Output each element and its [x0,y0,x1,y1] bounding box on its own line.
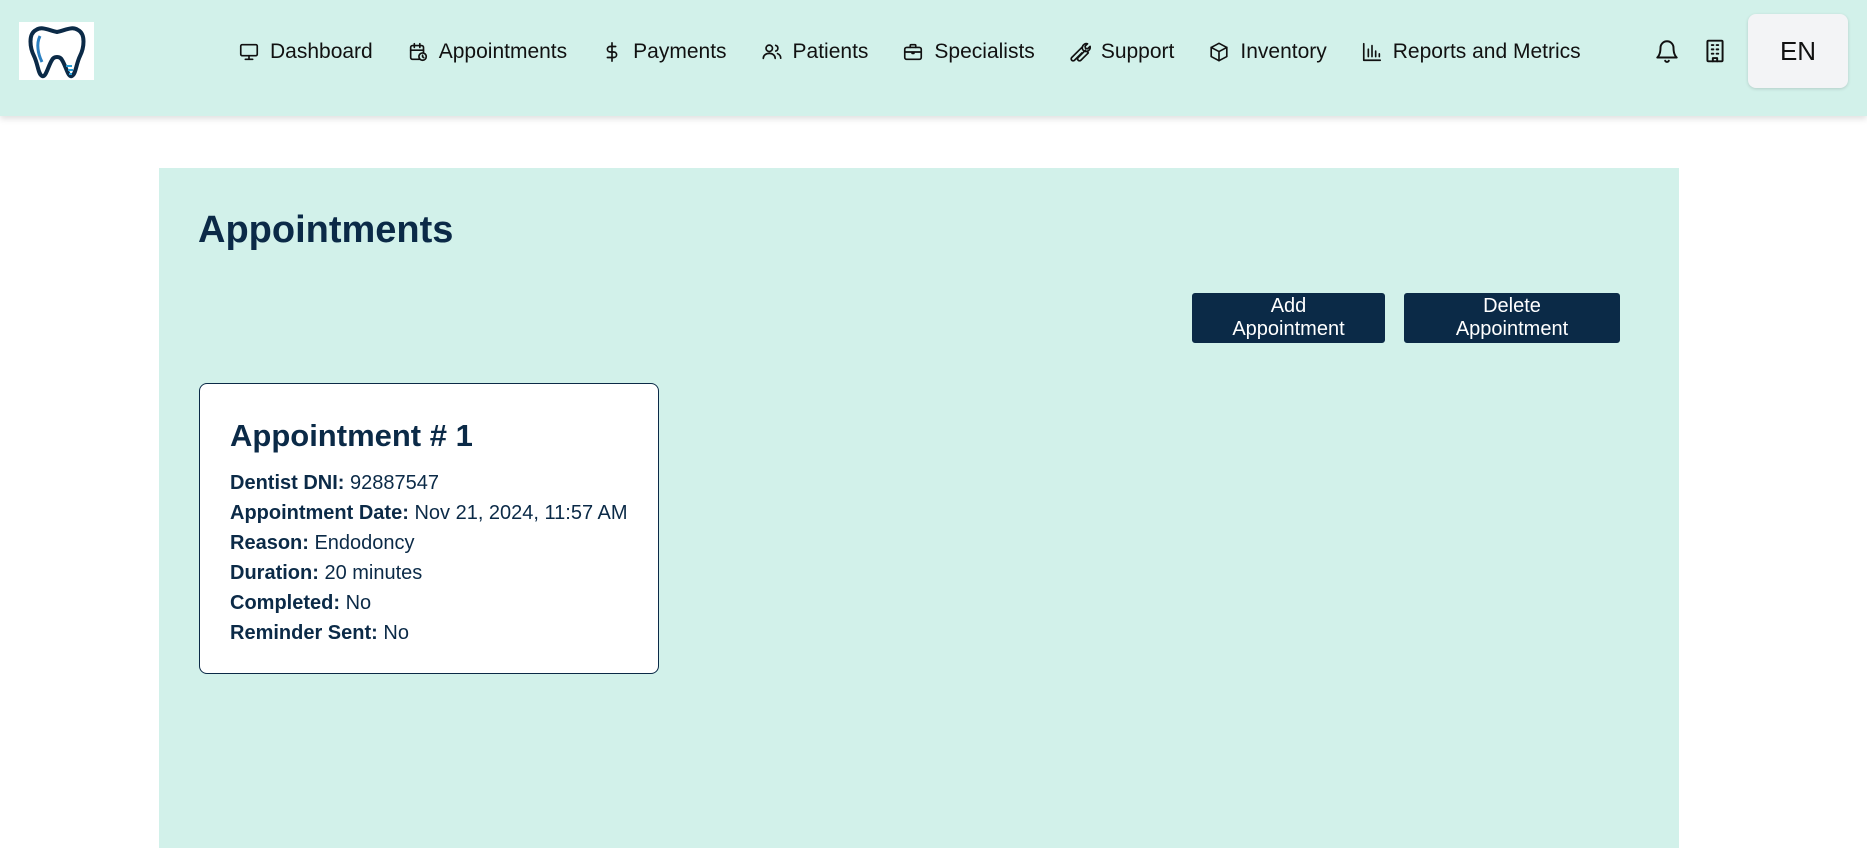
dollar-icon [606,42,618,62]
nav-item-label: Specialists [934,40,1035,63]
add-appointment-button[interactable]: Add Appointment [1192,293,1385,343]
field-value: No [345,592,372,614]
nav-item-payments[interactable]: Payments [601,40,727,64]
users-icon [761,44,782,60]
box-icon [1210,42,1228,62]
top-navbar: Dashboard Appointments Payments Patients… [0,0,1867,116]
nav-item-patients[interactable]: Patients [761,40,869,64]
nav-item-label: Payments [633,40,727,63]
wrench-icon [1070,42,1091,62]
page-title: Appointments [198,209,454,251]
language-selector[interactable]: EN [1748,14,1848,88]
briefcase-icon [904,43,923,61]
nav-item-reports[interactable]: Reports and Metrics [1361,40,1581,64]
bell-icon[interactable] [1654,38,1680,64]
nav-item-appointments[interactable]: Appointments [407,40,567,64]
delete-appointment-button[interactable]: Delete Appointment [1404,293,1620,343]
nav-item-label: Reports and Metrics [1392,40,1581,63]
field-label: Dentist DNI: [230,472,345,494]
nav-item-specialists[interactable]: Specialists [902,40,1035,64]
field-label: Reason: [230,532,309,554]
tooth-logo[interactable] [19,22,94,80]
nav-item-label: Dashboard [270,40,373,63]
appointment-field-completed: Completed: No [230,588,628,618]
appointment-card[interactable]: Appointment # 1 Dentist DNI: 92887547 Ap… [199,383,659,674]
field-label: Reminder Sent: [230,622,378,644]
field-value: Endodoncy [314,532,415,554]
field-value: 20 minutes [324,562,423,584]
appointment-field-reminder-sent: Reminder Sent: No [230,618,628,648]
appointment-title: Appointment # 1 [230,418,473,453]
main-nav: Dashboard Appointments Payments Patients… [238,34,1581,70]
nav-item-label: Appointments [438,40,568,63]
appointment-field-date: Appointment Date: Nov 21, 2024, 11:57 AM [230,498,628,528]
nav-item-label: Patients [792,40,869,63]
appointments-panel: Appointments Add Appointment Delete Appo… [159,168,1679,848]
appointment-field-dentist-dni: Dentist DNI: 92887547 [230,468,628,498]
building-icon[interactable] [1702,38,1728,64]
field-value: Nov 21, 2024, 11:57 AM [414,502,628,524]
bar-chart-icon [1362,42,1381,62]
appointment-field-duration: Duration: 20 minutes [230,558,628,588]
nav-item-label: Inventory [1240,40,1327,63]
monitor-icon [239,43,259,61]
nav-item-dashboard[interactable]: Dashboard [238,40,373,64]
field-value: 92887547 [350,472,439,494]
nav-item-inventory[interactable]: Inventory [1208,40,1327,64]
field-value: No [383,622,409,644]
nav-item-label: Support [1100,40,1175,63]
field-label: Appointment Date: [230,502,409,524]
field-label: Completed: [230,592,340,614]
calendar-clock-icon [409,42,427,62]
language-label: EN [1779,35,1817,66]
appointment-field-reason: Reason: Endodoncy [230,528,628,558]
nav-item-support[interactable]: Support [1069,40,1175,64]
field-label: Duration: [230,562,319,584]
